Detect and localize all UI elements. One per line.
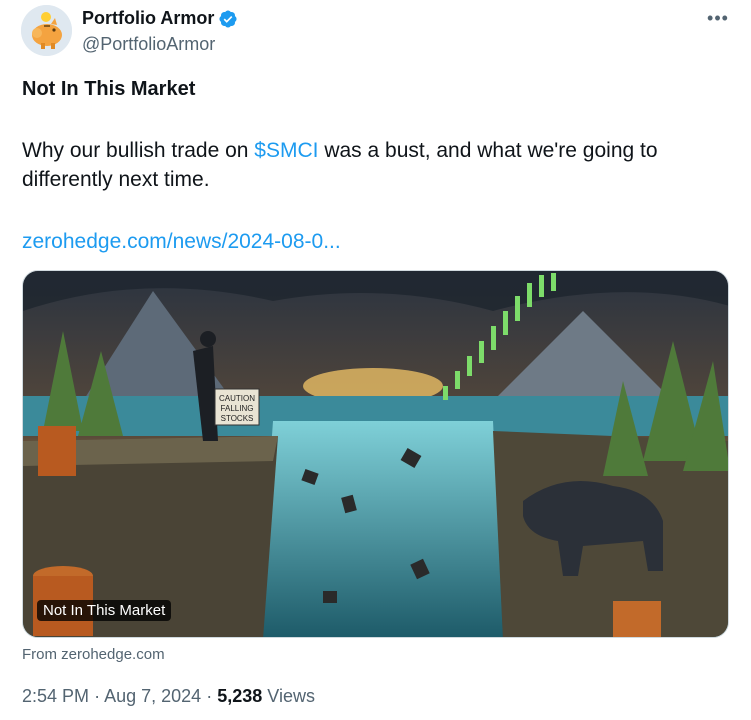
avatar[interactable] bbox=[21, 5, 72, 56]
sign-text-3: STOCKS bbox=[221, 414, 254, 423]
tweet-meta: 2:54 PM · Aug 7, 2024 · 5,238 Views bbox=[22, 686, 315, 707]
card-label: Not In This Market bbox=[37, 600, 172, 621]
link-card[interactable]: CAUTION FALLING STOCKS Not In This Marke… bbox=[22, 270, 729, 638]
tweet-text-before: Why our bullish trade on bbox=[22, 139, 255, 162]
meta-separator-1: · bbox=[94, 686, 101, 706]
tweet-text: Why our bullish trade on $SMCI was a bus… bbox=[22, 136, 722, 194]
more-options-icon[interactable]: ••• bbox=[700, 4, 736, 32]
tweet-time[interactable]: 2:54 PM bbox=[22, 686, 89, 706]
card-image: CAUTION FALLING STOCKS bbox=[23, 271, 728, 637]
tweet-title: Not In This Market bbox=[22, 78, 196, 100]
sign-text-1: CAUTION bbox=[219, 394, 255, 403]
views-count: 5,238 bbox=[217, 686, 263, 706]
article-link[interactable]: zerohedge.com/news/2024-08-0... bbox=[22, 230, 341, 254]
views-label: Views bbox=[267, 686, 315, 706]
author-name[interactable]: Portfolio Armor bbox=[82, 8, 238, 29]
meta-separator-2: · bbox=[206, 686, 213, 706]
cashtag-link[interactable]: $SMCI bbox=[254, 139, 318, 162]
author-name-text[interactable]: Portfolio Armor bbox=[82, 8, 214, 29]
piggy-bank-icon bbox=[21, 5, 72, 56]
verified-badge-icon bbox=[219, 9, 237, 28]
author-handle[interactable]: @PortfolioArmor bbox=[82, 34, 215, 55]
sign-text-2: FALLING bbox=[221, 404, 254, 413]
card-source[interactable]: From zerohedge.com bbox=[22, 646, 165, 663]
tweet: Portfolio Armor @PortfolioArmor ••• Not … bbox=[0, 0, 751, 720]
tweet-date[interactable]: Aug 7, 2024 bbox=[104, 686, 201, 706]
